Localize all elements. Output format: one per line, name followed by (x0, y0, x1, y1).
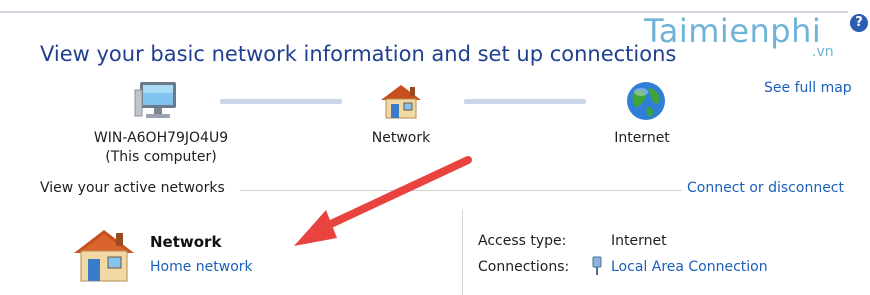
annotation-arrow (294, 156, 472, 246)
